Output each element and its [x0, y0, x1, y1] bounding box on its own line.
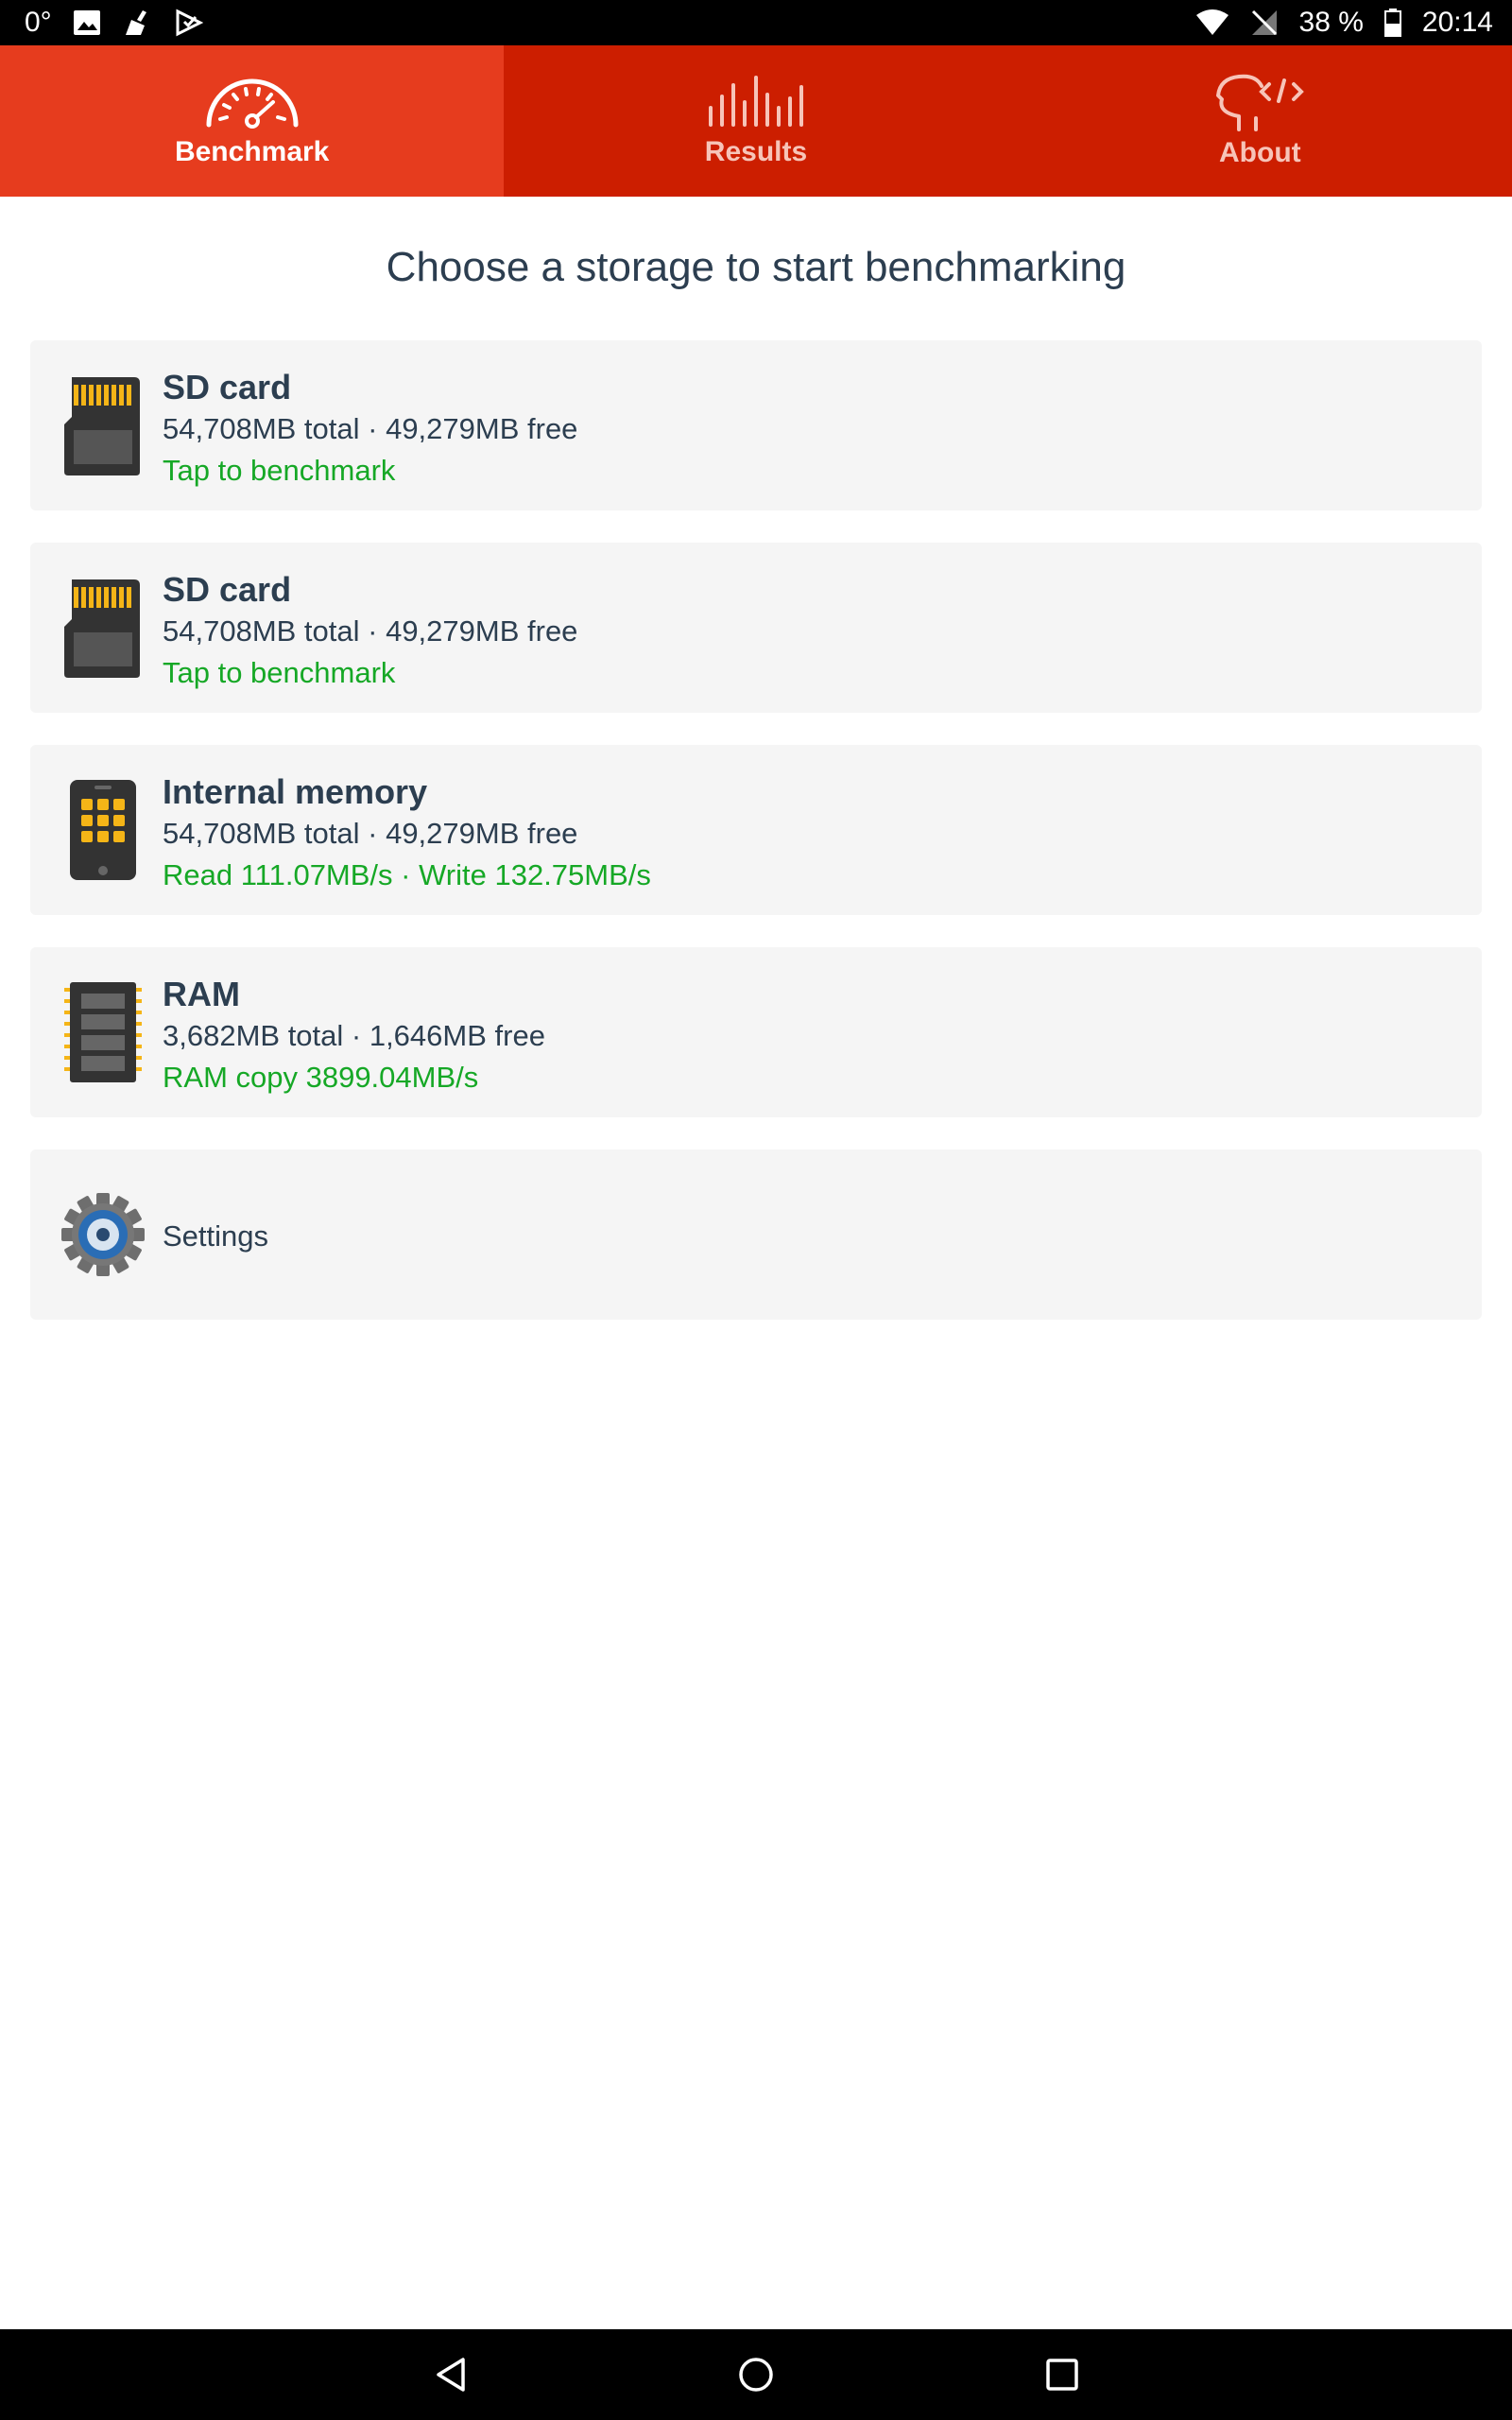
head-code-icon	[1216, 74, 1305, 131]
battery-percent: 38 %	[1298, 7, 1364, 38]
temperature-indicator: 0°	[25, 7, 52, 38]
storage-status: Read 111.07MB/s · Write 132.75MB/s	[163, 858, 651, 891]
settings-label: Settings	[163, 1219, 269, 1253]
home-icon[interactable]	[737, 2356, 775, 2394]
storage-item-ram[interactable]: RAM 3,682MB total · 1,646MB free RAM cop…	[30, 947, 1482, 1117]
storage-status: Tap to benchmark	[163, 656, 396, 689]
tab-results-label: Results	[704, 136, 808, 167]
page-title: Choose a storage to start benchmarking	[386, 244, 1126, 290]
play-store-icon	[176, 9, 203, 37]
clock: 20:14	[1421, 7, 1493, 38]
ram-chip-icon	[64, 982, 142, 1082]
storage-name: RAM	[163, 975, 240, 1013]
storage-status: Tap to benchmark	[163, 454, 396, 487]
no-signal-icon	[1251, 9, 1277, 36]
settings-item[interactable]: Settings	[30, 1150, 1482, 1320]
tab-bar: Benchmark Results About	[0, 45, 1512, 197]
storage-status: RAM copy 3899.04MB/s	[163, 1061, 479, 1094]
navigation-bar	[0, 2329, 1512, 2420]
tab-about[interactable]: About	[1007, 45, 1512, 197]
wifi-icon	[1195, 9, 1228, 35]
back-icon[interactable]	[433, 2356, 471, 2394]
storage-detail: 54,708MB total · 49,279MB free	[163, 412, 578, 445]
gallery-icon	[73, 10, 100, 35]
tab-results[interactable]: Results	[504, 45, 1008, 197]
storage-item-sd-card-2[interactable]: SD card 54,708MB total · 49,279MB free T…	[30, 543, 1482, 713]
gear-icon	[61, 1193, 145, 1276]
storage-name: Internal memory	[163, 772, 428, 811]
tab-about-label: About	[1219, 137, 1301, 168]
sd-card-icon	[64, 579, 140, 678]
sd-card-icon	[64, 377, 140, 475]
storage-detail: 54,708MB total · 49,279MB free	[163, 817, 578, 850]
storage-item-sd-card-1[interactable]: SD card 54,708MB total · 49,279MB free T…	[30, 340, 1482, 510]
storage-name: SD card	[163, 570, 292, 609]
tab-benchmark[interactable]: Benchmark	[0, 45, 505, 197]
bar-chart-icon	[708, 76, 803, 127]
storage-detail: 54,708MB total · 49,279MB free	[163, 614, 578, 648]
tab-benchmark-label: Benchmark	[174, 136, 330, 167]
cleaner-icon	[125, 10, 146, 35]
storage-detail: 3,682MB total · 1,646MB free	[163, 1019, 545, 1052]
speedometer-icon	[206, 78, 299, 129]
status-bar: 0° 38 % 20:14	[0, 0, 1512, 45]
storage-name: SD card	[163, 368, 292, 406]
storage-item-internal-memory[interactable]: Internal memory 54,708MB total · 49,279M…	[30, 745, 1482, 915]
phone-memory-icon	[70, 780, 136, 880]
battery-icon	[1383, 9, 1401, 37]
recents-icon[interactable]	[1043, 2356, 1081, 2394]
